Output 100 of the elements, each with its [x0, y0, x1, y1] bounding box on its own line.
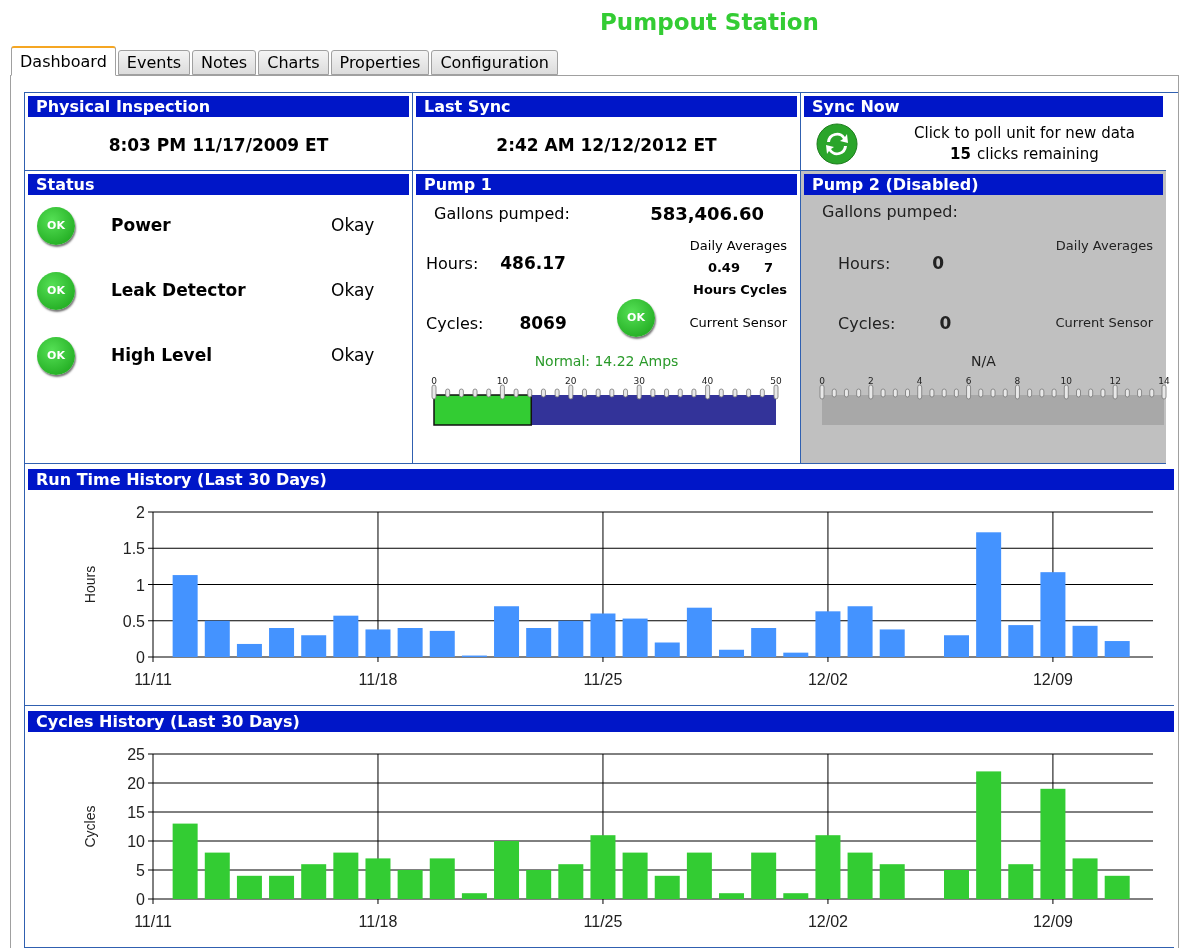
field-label: Cycles: — [838, 312, 896, 335]
status-badge: OK — [617, 299, 655, 337]
bar — [365, 858, 391, 899]
tab[interactable]: Notes — [192, 50, 257, 75]
panel-header: Pump 1 — [416, 174, 797, 195]
bar — [269, 628, 295, 657]
bar — [686, 852, 712, 899]
bar — [558, 864, 584, 899]
axis-tick-label: 12/09 — [1032, 913, 1073, 930]
sync-message: Click to poll unit for new data — [914, 123, 1135, 144]
bar — [236, 643, 262, 657]
axis-tick-label: 11/11 — [134, 913, 172, 930]
status-label: Power — [111, 214, 172, 238]
bar — [429, 858, 455, 899]
bar — [751, 852, 777, 899]
status-value: Okay — [331, 344, 375, 368]
bar — [944, 870, 969, 899]
bar — [526, 870, 552, 899]
status-label: High Level — [111, 344, 214, 368]
gauge-tick-label: 0 — [431, 376, 437, 386]
gauge-tick-label: 2 — [868, 376, 874, 386]
field-value: 486.17 — [500, 252, 566, 275]
bar — [944, 635, 969, 657]
sensor-label: Current Sensor — [1055, 314, 1153, 332]
gauge-tick-label: 8 — [1014, 376, 1021, 386]
tab[interactable]: Events — [117, 50, 190, 75]
bar — [1104, 641, 1130, 657]
field-value: 0 — [939, 312, 952, 335]
bar — [1072, 625, 1098, 657]
axis-tick-label: 20 — [127, 775, 145, 792]
bar — [1072, 858, 1098, 899]
gauge-tick-label: 30 — [633, 376, 645, 386]
bar — [815, 611, 841, 657]
bar — [558, 620, 584, 657]
gauge-tick-label: 0 — [819, 376, 825, 386]
bar — [847, 852, 873, 899]
bar — [494, 606, 520, 657]
sync-icon[interactable] — [816, 123, 858, 165]
axis-title: Hours — [82, 565, 98, 604]
gauge-tick-label: 12 — [1109, 376, 1121, 386]
bar — [204, 852, 230, 899]
axis-tick-label: 2 — [136, 504, 145, 521]
status-badge: OK — [37, 207, 75, 245]
axis-tick-label: 11/18 — [358, 913, 398, 930]
status-label: Leak Detector — [111, 279, 247, 303]
tab[interactable]: Charts — [258, 50, 329, 75]
sensor-reading: Normal: 14.22 Amps — [534, 352, 679, 371]
axis-title: Cycles — [82, 805, 98, 848]
panel-header: Cycles History (Last 30 Days) — [28, 711, 1174, 732]
bar — [686, 607, 712, 657]
bar — [783, 652, 809, 657]
axis-tick-label: 11/11 — [134, 671, 172, 688]
tab[interactable]: Properties — [330, 50, 430, 75]
axis-tick-label: 11/25 — [583, 671, 623, 688]
bar — [879, 629, 905, 657]
bar — [815, 835, 841, 899]
gauge-tick-label: 6 — [965, 376, 972, 386]
timestamp: 8:03 PM 11/17/2009 ET — [108, 134, 329, 157]
field-label: Gallons pumped: — [434, 202, 570, 225]
bar — [301, 864, 327, 899]
panel-header: Pump 2 (Disabled) — [804, 174, 1163, 195]
gauge-tick-label: 20 — [565, 376, 577, 386]
gauge-tick-label: 50 — [770, 376, 782, 386]
clicks-count: 15 — [950, 144, 971, 165]
status-badge: OK — [37, 272, 75, 310]
status-value: Okay — [331, 214, 375, 238]
gauge-tick-label: 4 — [916, 376, 923, 386]
bar — [622, 618, 648, 657]
timestamp: 2:42 AM 12/12/2012 ET — [496, 134, 717, 157]
field-label: Hours: — [426, 252, 479, 275]
tab[interactable]: Dashboard — [11, 46, 116, 76]
axis-tick-label: 15 — [127, 804, 145, 821]
axis-tick-label: 12/09 — [1032, 671, 1073, 688]
panel-header: Physical Inspection — [28, 96, 409, 117]
gauge-tick-label: 14 — [1158, 376, 1170, 386]
bar — [301, 635, 327, 657]
field-label: Gallons pumped: — [822, 201, 958, 223]
axis-tick-label: 1.5 — [122, 540, 145, 558]
gauge-tick-label: 10 — [1060, 376, 1072, 386]
bar — [269, 875, 295, 899]
bar — [1008, 864, 1034, 899]
bar — [590, 835, 616, 899]
panel-header: Status — [28, 174, 409, 195]
status-value: Okay — [331, 279, 375, 303]
daily-averages-label: Daily Averages — [689, 237, 787, 255]
bar — [783, 893, 809, 899]
bar — [461, 893, 487, 899]
bar — [622, 852, 648, 899]
bar — [204, 620, 230, 657]
page-title: Pumpout Station — [600, 7, 819, 37]
tab[interactable]: Configuration — [431, 50, 558, 75]
daily-averages-label: Daily Averages — [1055, 237, 1153, 255]
status-badge: OK — [37, 337, 75, 375]
bar — [751, 628, 777, 657]
panel-header: Sync Now — [804, 96, 1163, 117]
bar — [494, 841, 520, 899]
bar — [654, 642, 680, 657]
axis-tick-label: 25 — [127, 746, 145, 763]
bar — [429, 630, 455, 657]
panel-header: Run Time History (Last 30 Days) — [28, 469, 1174, 490]
